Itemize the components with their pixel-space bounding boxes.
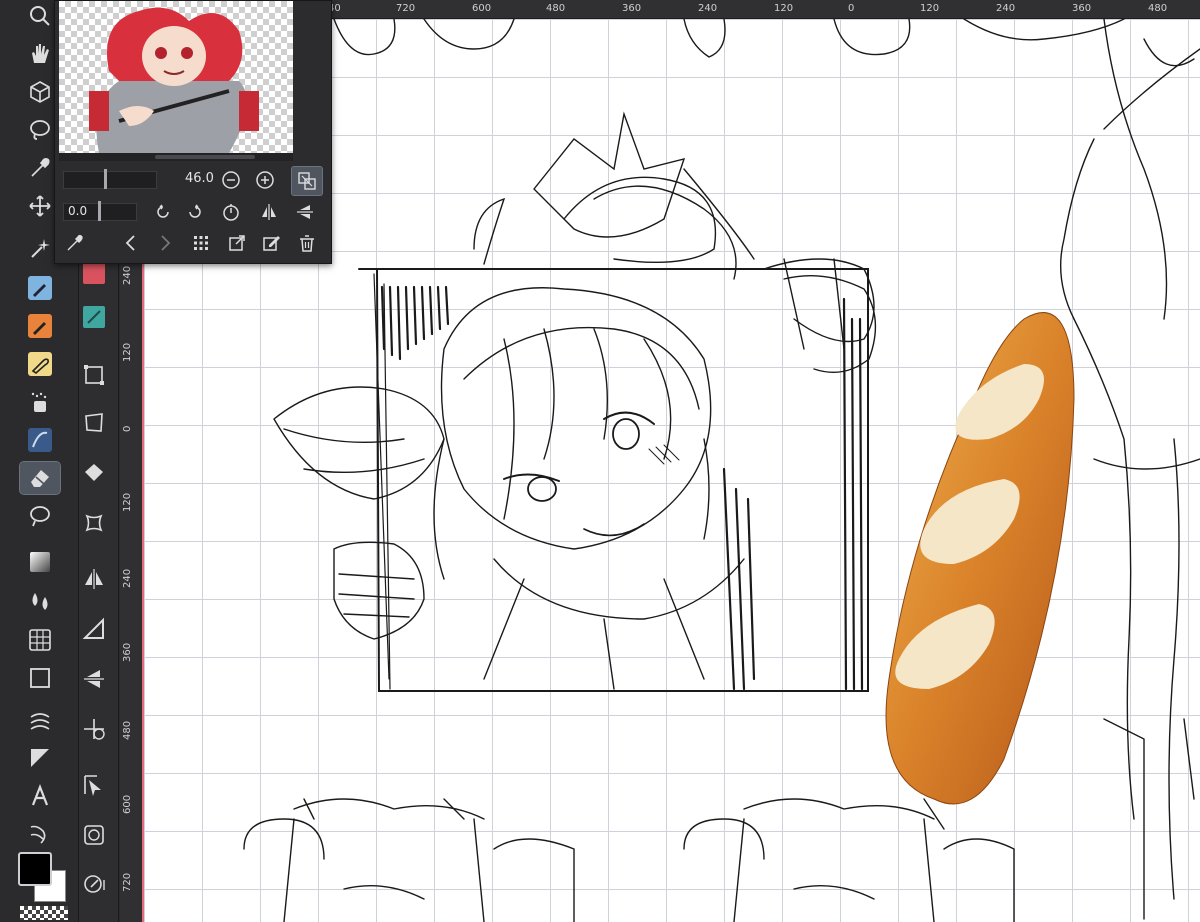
eraser-icon[interactable]	[19, 461, 61, 495]
rotation-row: 0.0	[55, 197, 331, 227]
zoom-out-button[interactable]	[219, 168, 243, 192]
horizontal-ruler: 40 720 600 480 360 240 120 0 120 240 360…	[322, 0, 1200, 19]
ruler-tick: 360	[122, 642, 133, 662]
ruler-tick: 480	[122, 720, 133, 740]
ruler-tick: 240	[122, 568, 133, 588]
transform-icon[interactable]	[74, 358, 114, 392]
navigator-preview[interactable]	[59, 1, 293, 153]
flip-vertical-button[interactable]	[293, 200, 317, 224]
ruler-tick: 120	[774, 3, 794, 14]
flip-horizontal-icon[interactable]	[74, 562, 114, 596]
next-button[interactable]	[153, 231, 177, 255]
gradient-icon[interactable]	[20, 546, 60, 578]
transparent-color-swatch[interactable]	[20, 906, 68, 920]
text-icon[interactable]	[20, 780, 60, 812]
mesh-icon[interactable]	[20, 624, 60, 656]
ruler-tick: 720	[396, 3, 416, 14]
layer-icon[interactable]	[74, 818, 114, 852]
eyedropper-button[interactable]	[63, 231, 87, 255]
character-thumbnail	[89, 7, 259, 153]
rotation-slider-handle[interactable]	[98, 201, 101, 221]
scale-icon[interactable]	[74, 406, 114, 440]
import-image-button[interactable]	[225, 231, 249, 255]
rotate-left-button[interactable]	[151, 200, 175, 224]
fill-icon[interactable]	[20, 586, 60, 618]
ruler-tick: 240	[122, 265, 133, 285]
rotate-icon[interactable]	[74, 712, 114, 746]
ruler-tick: 480	[1148, 3, 1168, 14]
pencil-icon[interactable]	[20, 310, 60, 342]
flip-vertical-icon[interactable]	[74, 662, 114, 696]
ruler-tick: 360	[1072, 3, 1092, 14]
frame-border-icon[interactable]	[20, 742, 60, 774]
ruler-icon[interactable]	[20, 704, 60, 736]
zoom-slider-handle[interactable]	[104, 169, 107, 189]
zoom-row: 46.0	[55, 165, 331, 196]
scrollbar-thumb[interactable]	[155, 155, 255, 159]
pen-icon[interactable]	[20, 272, 60, 304]
ruler-tick: 0	[848, 3, 855, 14]
zoom-slider[interactable]	[63, 169, 157, 189]
ruler-tick: 120	[920, 3, 940, 14]
reset-rotation-button[interactable]	[219, 200, 243, 224]
ruler-tick: 120	[122, 342, 133, 362]
zoom-in-button[interactable]	[253, 168, 277, 192]
ruler-tick: 240	[698, 3, 718, 14]
ruler-tick: 480	[546, 3, 566, 14]
color-swatch[interactable]	[18, 852, 68, 904]
previous-button[interactable]	[119, 231, 143, 255]
ruler-tick: 360	[622, 3, 642, 14]
brush-color-icon[interactable]	[74, 300, 114, 334]
ruler-tick: 600	[472, 3, 492, 14]
ruler-tick: 600	[122, 794, 133, 814]
skew-icon[interactable]	[74, 612, 114, 646]
brush-icon[interactable]	[20, 348, 60, 380]
rectangle-icon[interactable]	[20, 662, 60, 694]
blend-icon[interactable]	[20, 500, 60, 532]
edit-image-button[interactable]	[259, 231, 283, 255]
fit-window-button[interactable]	[291, 166, 323, 196]
baguette-sticker	[885, 312, 1075, 805]
balloon-icon[interactable]	[20, 818, 60, 850]
select-icon[interactable]	[74, 768, 114, 802]
ruler-tick: 720	[122, 872, 133, 892]
navigator-actions-row	[55, 229, 331, 259]
perspective-icon[interactable]	[74, 506, 114, 540]
ruler-tick: 0	[122, 425, 133, 432]
grid-view-button[interactable]	[189, 231, 213, 255]
main-color-swatch[interactable]	[18, 852, 52, 886]
lasso-mode-icon[interactable]	[74, 868, 114, 902]
rotate-right-button[interactable]	[183, 200, 207, 224]
ruler-tick: 240	[996, 3, 1016, 14]
decoration-icon[interactable]	[20, 424, 60, 456]
rotation-slider[interactable]: 0.0	[63, 201, 137, 221]
flip-horizontal-button[interactable]	[257, 200, 281, 224]
rotation-value: 0.0	[68, 204, 88, 218]
navigator-side-gutter	[295, 1, 329, 153]
ruler-tick: 120	[122, 492, 133, 512]
navigator-panel: 46.0 0.0	[54, 0, 332, 264]
zoom-value: 46.0	[185, 171, 214, 186]
airbrush-icon[interactable]	[20, 386, 60, 418]
delete-button[interactable]	[295, 231, 319, 255]
navigator-scrollbar[interactable]	[59, 153, 293, 161]
fill-bucket-icon[interactable]	[74, 456, 114, 490]
